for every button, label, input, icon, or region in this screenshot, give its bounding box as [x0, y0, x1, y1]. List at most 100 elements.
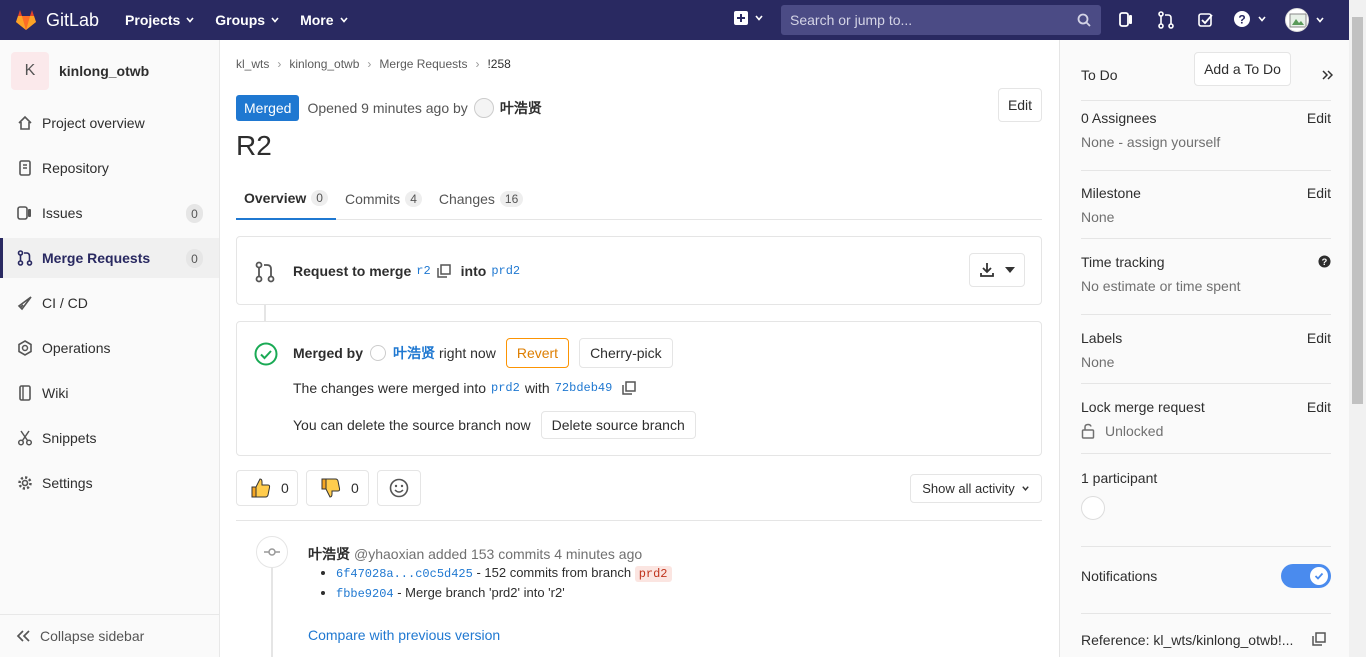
participant-avatar[interactable]	[1081, 496, 1105, 520]
more-dropdown[interactable]: More	[300, 12, 348, 28]
groups-dropdown[interactable]: Groups	[215, 12, 280, 28]
labels-edit-link[interactable]: Edit	[1307, 330, 1331, 346]
commit-range-link[interactable]: 6f47028a...c0c5d425	[336, 567, 473, 581]
merger-name[interactable]: 叶浩贤	[393, 343, 435, 363]
help-icon[interactable]: ?	[1318, 255, 1331, 268]
sidebar-item-ci-cd[interactable]: CI / CD	[0, 283, 219, 323]
divider	[1081, 383, 1331, 384]
show-activity-label: Show all activity	[922, 481, 1015, 496]
merge-commit-sha[interactable]: 72bdeb49	[555, 381, 613, 395]
source-branch[interactable]: r2	[416, 264, 430, 278]
assignees-section: 0 Assignees Edit None - assign yourself	[1081, 110, 1331, 150]
commit-branch-badge: prd2	[634, 566, 672, 582]
sidebar-item-wiki[interactable]: Wiki	[0, 373, 219, 413]
merge-requests-nav-icon[interactable]	[1157, 11, 1175, 29]
activity-author[interactable]: 叶浩贤	[308, 544, 350, 564]
copy-icon[interactable]	[622, 381, 637, 395]
tab-label: Commits	[344, 190, 401, 207]
cherry-pick-button[interactable]: Cherry-pick	[579, 338, 673, 368]
author-avatar[interactable]	[473, 98, 494, 118]
assign-yourself-link[interactable]: assign yourself	[1127, 134, 1220, 150]
book-icon	[16, 384, 34, 402]
commit-sha-link[interactable]: fbbe9204	[336, 587, 394, 601]
breadcrumb-merge-requests[interactable]: Merge Requests	[379, 57, 467, 71]
todos-nav-icon[interactable]	[1197, 11, 1215, 29]
tab-count: 4	[405, 190, 422, 207]
breadcrumb-group[interactable]: kl_wts	[236, 57, 269, 71]
rocket-icon	[16, 294, 34, 312]
sidebar-item-label: Merge Requests	[42, 250, 151, 266]
revert-button[interactable]: Revert	[505, 338, 570, 368]
chevron-down-icon	[1316, 17, 1324, 23]
list-item: fbbe9204 - Merge branch 'prd2' into 'r2'	[336, 585, 672, 601]
assignees-label: 0 Assignees	[1081, 110, 1157, 126]
merged-into-branch[interactable]: prd2	[491, 381, 520, 395]
lock-section: Lock merge request Edit Unlocked	[1081, 399, 1331, 439]
tab-overview[interactable]: Overview 0	[236, 178, 336, 220]
labels-section: Labels Edit None	[1081, 330, 1331, 370]
sidebar-item-merge-requests[interactable]: Merge Requests 0	[0, 238, 219, 278]
milestone-edit-link[interactable]: Edit	[1307, 185, 1331, 201]
page-scrollbar[interactable]	[1349, 0, 1366, 657]
milestone-label: Milestone	[1081, 185, 1141, 201]
merge-request-icon	[16, 249, 34, 267]
project-name: kinlong_otwb	[59, 63, 150, 79]
chevron-down-icon	[1021, 486, 1029, 491]
compare-link[interactable]: Compare with previous version	[308, 627, 500, 643]
merged-widget: Merged by 叶浩贤 right now Revert Cherry-pi…	[236, 321, 1042, 456]
author-name[interactable]: 叶浩贤	[500, 98, 542, 118]
issues-nav-icon[interactable]	[1118, 11, 1134, 29]
svg-text:?: ?	[1238, 13, 1245, 27]
target-branch[interactable]: prd2	[491, 264, 520, 278]
add-todo-button[interactable]: Add a To Do	[1194, 52, 1291, 86]
download-dropdown[interactable]	[969, 253, 1025, 287]
copy-icon[interactable]	[1312, 632, 1326, 646]
home-icon	[16, 114, 34, 132]
thumbs-down-button[interactable]: 0	[306, 470, 369, 506]
show-activity-dropdown[interactable]: Show all activity	[910, 474, 1042, 503]
lock-value: Unlocked	[1105, 423, 1164, 439]
add-reaction-button[interactable]	[377, 470, 421, 506]
breadcrumb-project[interactable]: kinlong_otwb	[289, 57, 359, 71]
tab-changes[interactable]: Changes 16	[431, 178, 531, 219]
notifications-toggle[interactable]	[1281, 564, 1331, 588]
activity-description: @yhaoxian added 153 commits 4 minutes ag…	[354, 546, 643, 562]
project-header[interactable]: K kinlong_otwb	[0, 40, 219, 102]
smiley-icon	[389, 478, 409, 498]
sidebar-item-project-overview[interactable]: Project overview	[0, 103, 219, 143]
new-dropdown[interactable]	[734, 11, 764, 25]
chevron-right-icon: ›	[367, 57, 372, 71]
sidebar-item-issues[interactable]: Issues 0	[0, 193, 219, 233]
edit-mr-button[interactable]: Edit	[998, 88, 1042, 122]
double-chevron-right-icon[interactable]	[1321, 69, 1333, 81]
user-menu[interactable]	[1285, 8, 1325, 32]
lock-edit-link[interactable]: Edit	[1307, 399, 1331, 415]
sidebar-item-snippets[interactable]: Snippets	[0, 418, 219, 458]
merge-request-icon	[255, 261, 275, 283]
tab-commits[interactable]: Commits 4	[337, 178, 430, 219]
into-label: into	[460, 263, 487, 279]
scrollbar-thumb[interactable]	[1352, 17, 1363, 404]
thumbs-down-icon	[321, 478, 341, 498]
help-dropdown[interactable]: ?	[1233, 10, 1267, 28]
copy-icon[interactable]	[436, 264, 451, 278]
breadcrumb-mr-id[interactable]: !258	[487, 57, 510, 71]
collapse-sidebar-button[interactable]: Collapse sidebar	[0, 614, 219, 657]
divider	[1081, 100, 1331, 101]
thumbs-up-button[interactable]: 0	[236, 470, 298, 506]
assignees-none: None -	[1081, 134, 1124, 150]
tanuki-icon	[16, 10, 36, 30]
right-sidebar: To Do Add a To Do 0 Assignees Edit None …	[1059, 40, 1349, 657]
merger-avatar[interactable]	[370, 345, 387, 361]
search-input[interactable]: Search or jump to...	[781, 5, 1101, 35]
projects-dropdown[interactable]: Projects	[125, 12, 195, 28]
sidebar-item-repository[interactable]: Repository	[0, 148, 219, 188]
assignees-edit-link[interactable]: Edit	[1307, 110, 1331, 126]
delete-source-branch-button[interactable]: Delete source branch	[540, 411, 696, 439]
sidebar-item-operations[interactable]: Operations	[0, 328, 219, 368]
sidebar-item-settings[interactable]: Settings	[0, 463, 219, 503]
gitlab-logo[interactable]: GitLab	[14, 0, 99, 40]
sidebar-item-label: Operations	[42, 340, 111, 356]
mr-header: Merged Opened 9 minutes ago by 叶浩贤 Edit	[236, 88, 1042, 123]
divider	[1081, 238, 1331, 239]
